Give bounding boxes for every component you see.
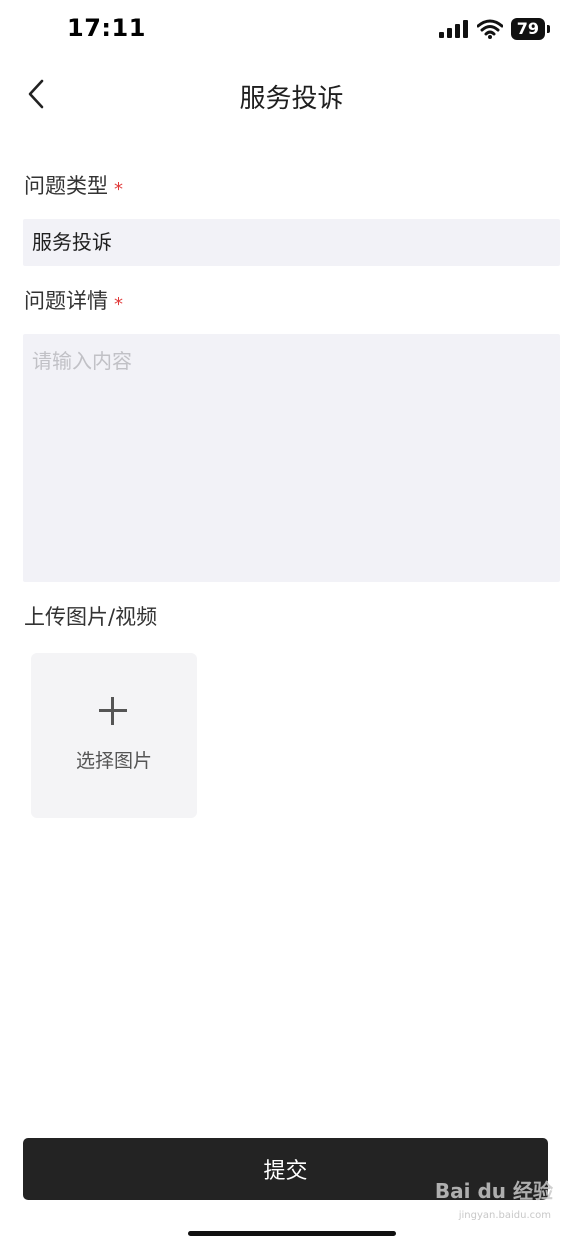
choose-image-label: 选择图片 xyxy=(75,750,152,772)
status-icons: 79 xyxy=(438,18,551,40)
signal-icon xyxy=(438,20,468,38)
choose-image-button[interactable]: 选择图片 xyxy=(31,653,197,818)
type-label-row: 问题类型 * xyxy=(24,170,123,200)
detail-label: 问题详情 xyxy=(24,289,108,313)
battery-icon: 79 xyxy=(510,18,551,40)
plus-icon xyxy=(99,697,127,725)
upload-label: 上传图片/视频 xyxy=(24,605,158,629)
status-bar: 17:11 79 xyxy=(0,0,583,62)
type-field[interactable]: 服务投诉 xyxy=(23,219,560,266)
detail-label-row: 问题详情 * xyxy=(24,285,123,315)
wifi-icon xyxy=(476,19,503,39)
required-mark: * xyxy=(114,294,123,315)
required-mark: * xyxy=(114,179,123,200)
watermark-brand: Bai du 经验 xyxy=(434,1179,553,1203)
status-time: 17:11 xyxy=(67,14,146,42)
type-label: 问题类型 xyxy=(24,174,108,198)
page-title: 服务投诉 xyxy=(239,84,344,114)
home-indicator xyxy=(188,1231,396,1236)
detail-input[interactable] xyxy=(23,334,560,582)
nav-bar: 服务投诉 xyxy=(0,62,583,126)
watermark-url: jingyan.baidu.com xyxy=(458,1210,551,1221)
